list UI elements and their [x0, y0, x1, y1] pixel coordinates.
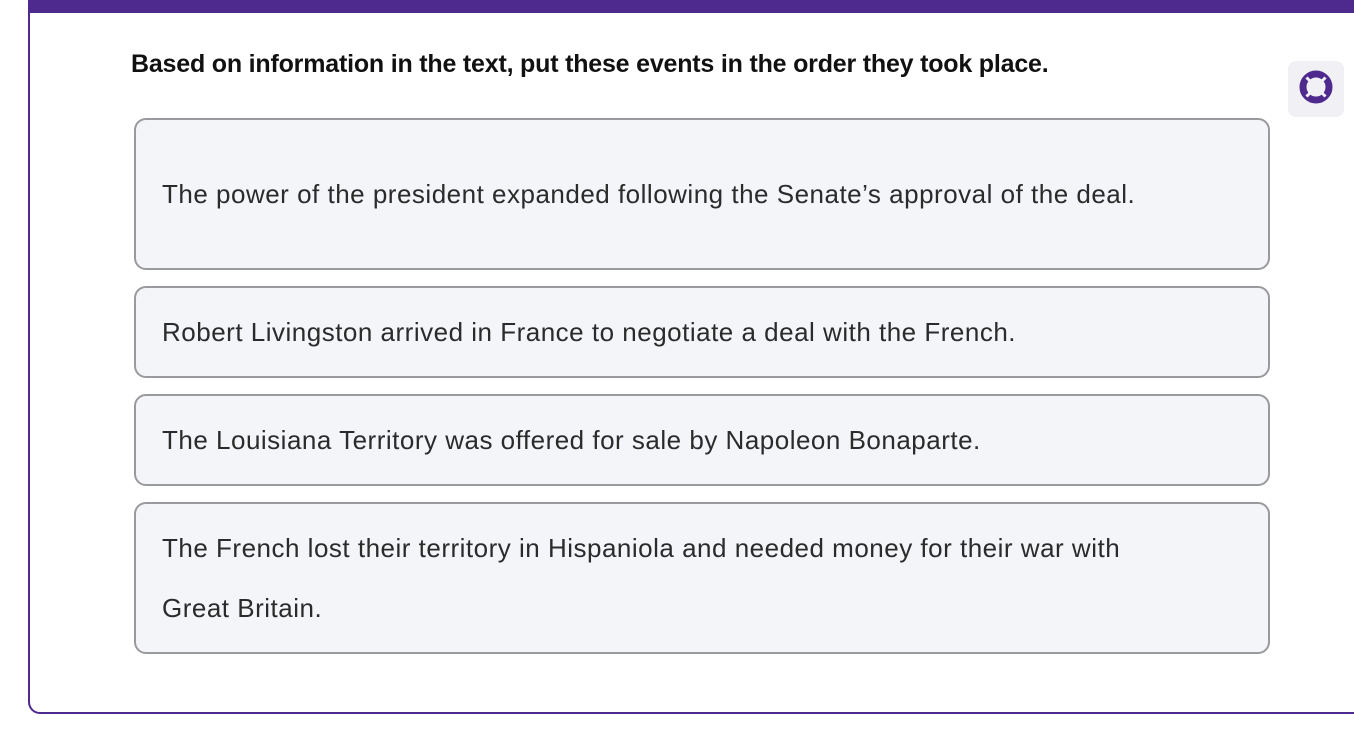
help-button[interactable]: [1288, 61, 1344, 117]
event-card[interactable]: The French lost their territory in Hispa…: [134, 502, 1270, 654]
event-card[interactable]: Robert Livingston arrived in France to n…: [134, 286, 1270, 378]
question-prompt: Based on information in the text, put th…: [131, 50, 1049, 78]
lifebuoy-icon: [1298, 69, 1334, 110]
event-text: The Louisiana Territory was offered for …: [162, 425, 981, 455]
event-text: Robert Livingston arrived in France to n…: [162, 317, 1017, 347]
event-card[interactable]: The Louisiana Territory was offered for …: [134, 394, 1270, 486]
event-text: The power of the president expanded foll…: [162, 179, 1136, 209]
panel-top-bar: [30, 0, 1354, 13]
event-text: The French lost their territory in Hispa…: [162, 533, 1121, 623]
event-card[interactable]: The power of the president expanded foll…: [134, 118, 1270, 270]
question-panel: Based on information in the text, put th…: [28, 0, 1354, 714]
